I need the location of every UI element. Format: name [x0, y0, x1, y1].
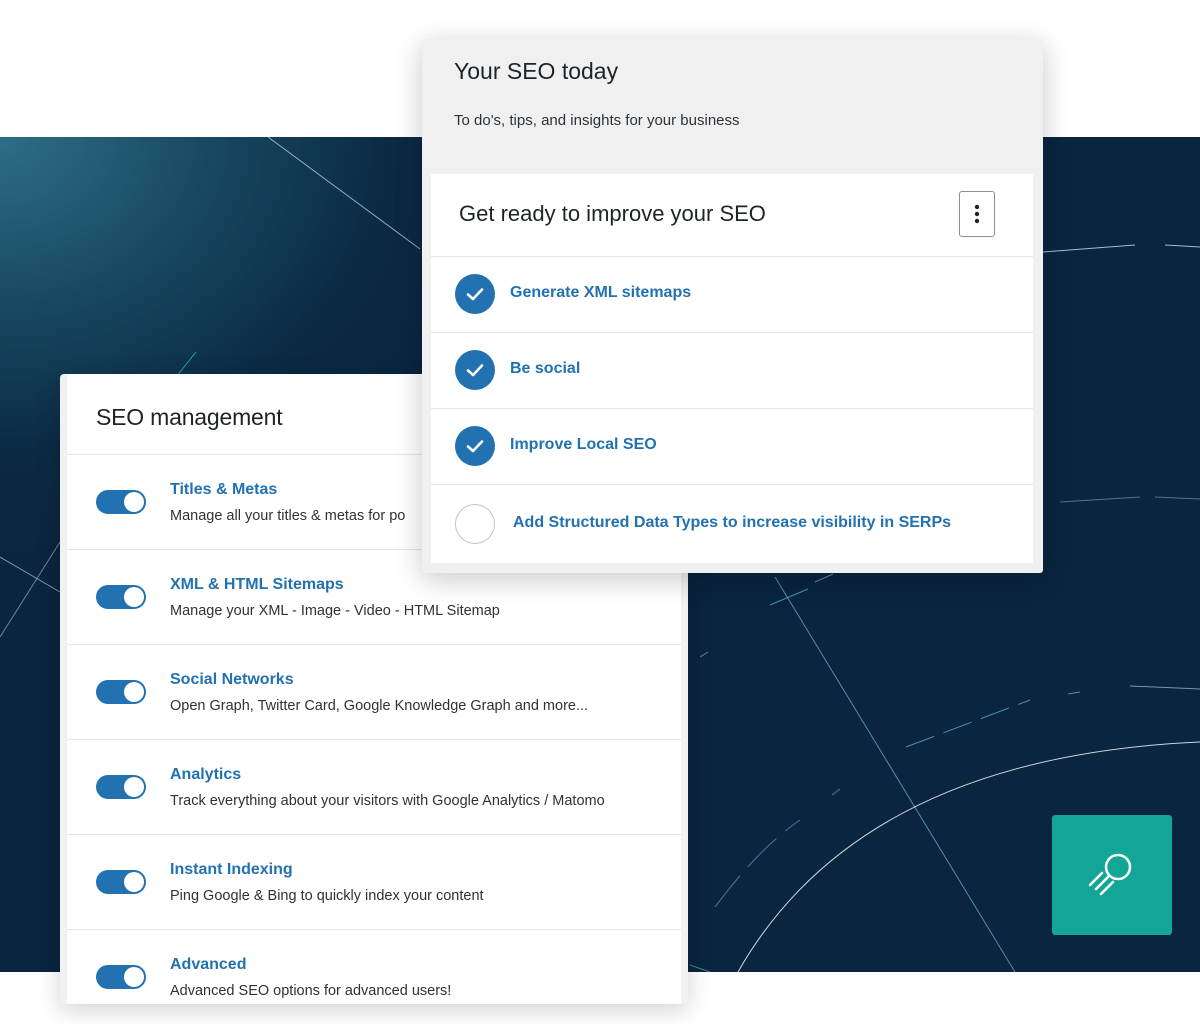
- tasks-panel: Get ready to improve your SEO Generate X…: [431, 174, 1033, 563]
- instant-indexing-toggle[interactable]: [96, 870, 146, 894]
- module-title[interactable]: Social Networks: [170, 671, 294, 689]
- toggle-knob: [124, 777, 144, 797]
- task-label[interactable]: Improve Local SEO: [510, 436, 657, 454]
- check-done-icon[interactable]: [455, 350, 495, 390]
- seo-today-subtitle: To do's, tips, and insights for your bus…: [454, 112, 740, 129]
- toggle-knob: [124, 587, 144, 607]
- check-empty-icon[interactable]: [455, 504, 495, 544]
- task-item[interactable]: Add Structured Data Types to increase vi…: [431, 485, 1033, 560]
- seo-today-title: Your SEO today: [454, 58, 619, 84]
- module-description: Ping Google & Bing to quickly index your…: [170, 888, 484, 904]
- advanced-toggle[interactable]: [96, 965, 146, 989]
- more-options-button[interactable]: [959, 191, 995, 237]
- sitemaps-toggle[interactable]: [96, 585, 146, 609]
- toggle-knob: [124, 682, 144, 702]
- social-networks-toggle[interactable]: [96, 680, 146, 704]
- module-row-advanced: Advanced Advanced SEO options for advanc…: [67, 930, 681, 1024]
- module-title[interactable]: Instant Indexing: [170, 861, 293, 879]
- toggle-knob: [124, 492, 144, 512]
- task-item[interactable]: Improve Local SEO: [431, 409, 1033, 485]
- toggle-knob: [124, 967, 144, 987]
- tasks-title: Get ready to improve your SEO: [459, 201, 766, 226]
- module-row-instant-indexing: Instant Indexing Ping Google & Bing to q…: [67, 835, 681, 930]
- check-done-icon[interactable]: [455, 426, 495, 466]
- toggle-knob: [124, 872, 144, 892]
- module-description: Open Graph, Twitter Card, Google Knowled…: [170, 698, 589, 714]
- tasks-header: Get ready to improve your SEO: [431, 174, 1033, 257]
- module-title[interactable]: Titles & Metas: [170, 481, 277, 499]
- kebab-menu-icon: [974, 204, 980, 224]
- module-description: Track everything about your visitors wit…: [170, 793, 605, 809]
- task-label[interactable]: Be social: [510, 360, 580, 378]
- module-title[interactable]: XML & HTML Sitemaps: [170, 576, 344, 594]
- titles-metas-toggle[interactable]: [96, 490, 146, 514]
- module-title[interactable]: Analytics: [170, 766, 241, 784]
- module-title[interactable]: Advanced: [170, 956, 246, 974]
- seo-today-card: Your SEO today To do's, tips, and insigh…: [422, 39, 1043, 573]
- module-description: Manage all your titles & metas for po: [170, 508, 406, 524]
- module-row-social-networks: Social Networks Open Graph, Twitter Card…: [67, 645, 681, 740]
- task-label[interactable]: Add Structured Data Types to increase vi…: [513, 514, 951, 532]
- brand-logo-tile: [1052, 815, 1172, 935]
- rocket-search-icon: [1088, 853, 1132, 896]
- module-description: Manage your XML - Image - Video - HTML S…: [170, 603, 500, 619]
- check-done-icon[interactable]: [455, 274, 495, 314]
- task-item[interactable]: Generate XML sitemaps: [431, 257, 1033, 333]
- module-row-analytics: Analytics Track everything about your vi…: [67, 740, 681, 835]
- task-label[interactable]: Generate XML sitemaps: [510, 284, 691, 302]
- analytics-toggle[interactable]: [96, 775, 146, 799]
- module-description: Advanced SEO options for advanced users!: [170, 983, 452, 999]
- task-item[interactable]: Be social: [431, 333, 1033, 409]
- seo-management-title: SEO management: [96, 404, 283, 430]
